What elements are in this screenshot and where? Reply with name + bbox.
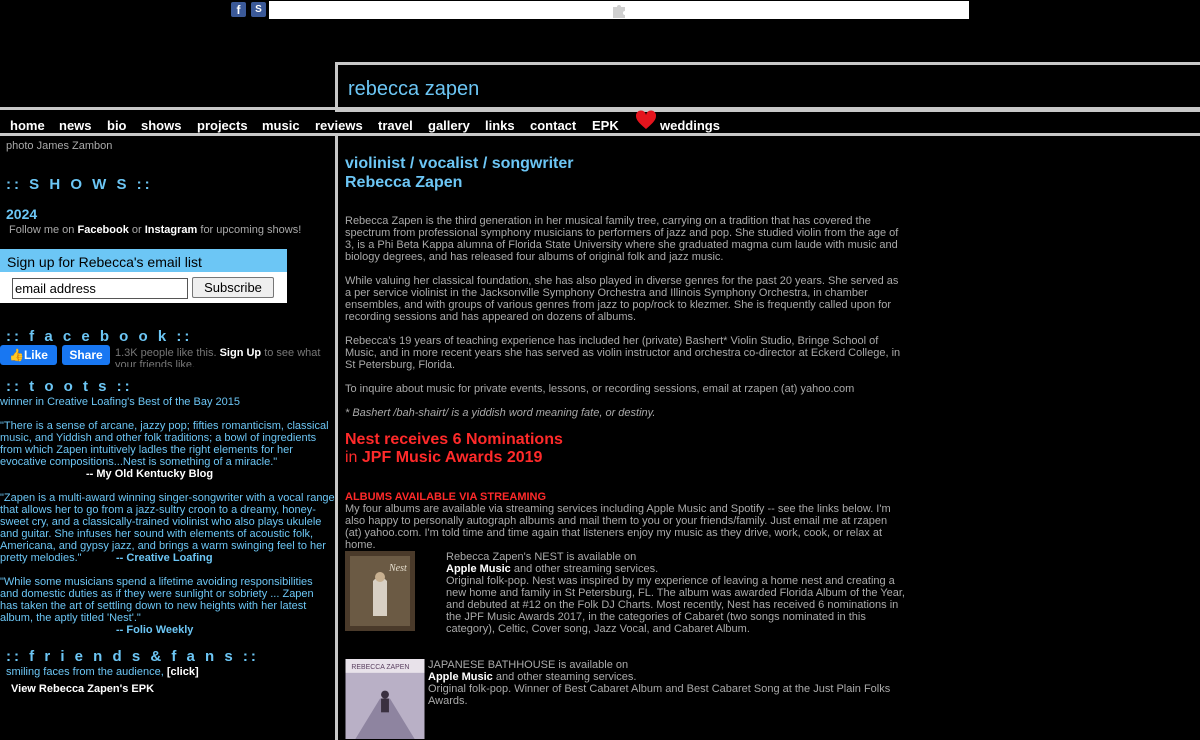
facebook-heading: :: f a c e b o o k ::: [6, 328, 193, 345]
album-2-info: JAPANESE BATHHOUSE is available on Apple…: [428, 659, 906, 707]
email-signup-heading-text: Sign up for Rebecca's email list: [7, 254, 202, 270]
nominations-subline: in JPF Music Awards 2019: [345, 449, 542, 467]
instagram-link[interactable]: Instagram: [145, 224, 198, 236]
subscribe-button[interactable]: Subscribe: [192, 277, 274, 298]
quote-1: "There is a sense of arcane, jazzy pop; …: [0, 420, 329, 468]
bio-paragraph-3: Rebecca's 19 years of teaching experienc…: [345, 335, 901, 371]
facebook-like-button[interactable]: 👍Like: [0, 345, 57, 365]
jpf-awards-link[interactable]: JPF Music Awards 2019: [362, 449, 543, 466]
album-2-services-text: and other steaming services.: [492, 671, 637, 683]
friends-desc: smiling faces from the audience,: [6, 666, 167, 678]
nominations-in: in: [345, 449, 362, 466]
site-title[interactable]: rebecca zapen: [348, 78, 479, 101]
column-divider: [335, 136, 338, 740]
nest-album-cover[interactable]: Nest: [345, 551, 415, 631]
streaming-heading: ALBUMS AVAILABLE VIA STREAMING: [345, 491, 547, 503]
facebook-share-button[interactable]: Share: [62, 345, 110, 365]
email-signup-form: Sign up for Rebecca's email list Subscri…: [0, 249, 287, 303]
album-1-apple-music-link[interactable]: Apple Music: [446, 563, 511, 575]
bathhouse-cover-text: REBECCA ZAPEN: [351, 664, 409, 671]
nav-contact[interactable]: contact: [530, 118, 576, 133]
nav-travel[interactable]: travel: [378, 118, 413, 133]
nav-gallery[interactable]: gallery: [428, 118, 470, 133]
album-2-description: Original folk-pop. Winner of Best Cabare…: [428, 683, 891, 707]
like-label: Like: [23, 348, 48, 362]
album-1-services: Apple Music and other streaming services…: [446, 563, 906, 575]
facebook-share-icon[interactable]: f: [231, 2, 246, 17]
album-1-services-text: and other streaming services.: [510, 563, 659, 575]
album-2-availability: JAPANESE BATHHOUSE is available on: [428, 659, 629, 671]
nest-cover-text: Nest: [388, 563, 407, 574]
nav-music[interactable]: music: [262, 118, 300, 133]
nominations-headline[interactable]: Nest receives 6 Nominations: [345, 431, 563, 449]
bio-paragraph-1: Rebecca Zapen is the third generation in…: [345, 215, 899, 263]
tagline: violinist / vocalist / songwriter: [345, 155, 574, 172]
nav-news[interactable]: news: [59, 118, 92, 133]
missing-plugin-icon: [613, 5, 625, 18]
nav-projects[interactable]: projects: [197, 118, 248, 133]
bashert-footnote: * Bashert /bah-shairt/ is a yiddish word…: [345, 407, 656, 419]
quote-3-source: -- Folio Weekly: [116, 624, 194, 636]
bio-paragraph-2: While valuing her classical foundation, …: [345, 275, 899, 323]
album-2-services: Apple Music and other steaming services.: [428, 671, 906, 683]
nav-links[interactable]: links: [485, 118, 515, 133]
toots-heading: :: t o o t s ::: [6, 378, 133, 395]
thumbs-up-icon: 👍: [9, 348, 24, 362]
share-icon[interactable]: S: [251, 2, 266, 17]
friends-heading: :: f r i e n d s & f a n s ::: [6, 648, 259, 665]
toot-award: winner in Creative Loafing's Best of the…: [0, 396, 240, 408]
fb-signup-link[interactable]: Sign Up: [220, 347, 262, 359]
email-signup-heading: Sign up for Rebecca's email list: [0, 249, 287, 272]
shows-year: 2024: [6, 206, 38, 222]
album-1-info: Rebecca Zapen's NEST is available on App…: [446, 551, 906, 635]
friends-text: smiling faces from the audience, [click]: [6, 666, 199, 678]
quote-2-source: -- Creative Loafing: [116, 552, 213, 564]
friends-click-link[interactable]: [click]: [167, 666, 199, 678]
streaming-paragraph: My four albums are available via streami…: [345, 503, 891, 551]
nav-bio[interactable]: bio: [107, 118, 127, 133]
album-2-apple-music-link[interactable]: Apple Music: [428, 671, 493, 683]
follow-or: or: [128, 224, 145, 236]
site-header: rebecca zapen: [335, 62, 1200, 112]
shows-heading: :: S H O W S ::: [6, 176, 153, 193]
quote-1-source: -- My Old Kentucky Blog: [86, 468, 214, 480]
japanese-bathhouse-album-cover[interactable]: REBECCA ZAPEN: [345, 659, 425, 739]
artist-name: Rebecca Zapen: [345, 174, 463, 191]
facebook-link[interactable]: Facebook: [77, 224, 128, 236]
email-input[interactable]: [12, 278, 188, 299]
nav-home[interactable]: home: [10, 118, 45, 133]
heart-icon: [635, 110, 657, 129]
follow-suffix: for upcoming shows!: [197, 224, 302, 236]
album-1-availability: Rebecca Zapen's NEST is available on: [446, 551, 637, 563]
contact-paragraph: To inquire about music for private event…: [345, 383, 855, 395]
nav-weddings[interactable]: weddings: [660, 118, 720, 133]
facebook-like-count: 1.3K people like this. Sign Up to see wh…: [115, 347, 335, 367]
nav-shows[interactable]: shows: [141, 118, 181, 133]
like-count-text: 1.3K people like this.: [115, 347, 217, 359]
follow-prefix: Follow me on: [9, 224, 78, 236]
nav-epk[interactable]: EPK: [592, 118, 619, 133]
photo-credit: photo James Zambon: [6, 140, 113, 152]
main-nav: home news bio shows projects music revie…: [0, 110, 1200, 133]
album-1-description: Original folk-pop. Nest was inspired by …: [446, 575, 905, 635]
nav-border-bottom: [0, 133, 1200, 136]
follow-text: Follow me on Facebook or Instagram for u…: [9, 224, 301, 236]
epk-link[interactable]: View Rebecca Zapen's EPK: [11, 683, 154, 695]
nav-reviews[interactable]: reviews: [315, 118, 363, 133]
quote-3: "While some musicians spend a lifetime a…: [0, 576, 314, 624]
